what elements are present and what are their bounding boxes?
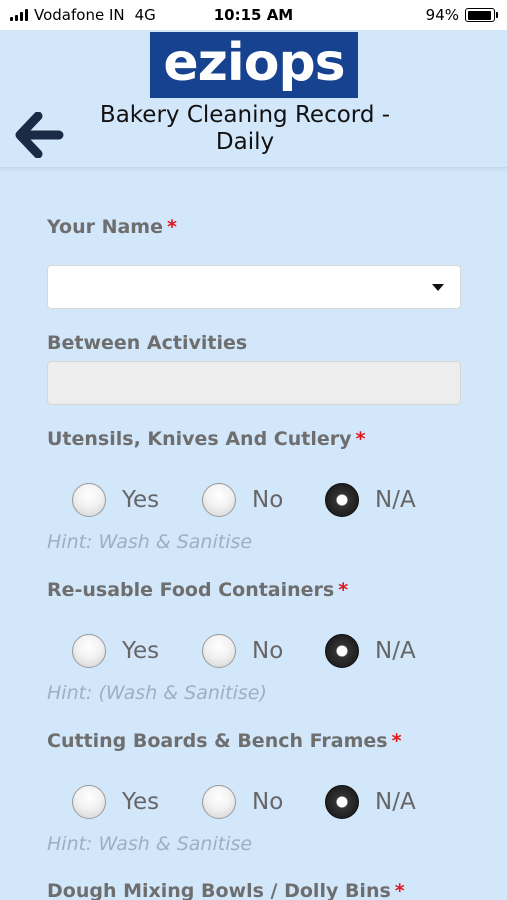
- question-label-text: Re-usable Food Containers: [47, 579, 335, 601]
- question-label-text: Dough Mixing Bowls / Dolly Bins: [47, 880, 391, 900]
- required-mark: *: [338, 579, 349, 601]
- question-label-text: Cutting Boards & Bench Frames: [47, 730, 388, 752]
- radio-label-no: No: [252, 638, 284, 664]
- radio-label-yes: Yes: [122, 638, 160, 664]
- radio-label-yes: Yes: [122, 789, 160, 815]
- radio-label-yes: Yes: [122, 487, 160, 513]
- hint-containers: Hint: (Wash & Sanitise): [47, 682, 267, 704]
- radio-option-yes[interactable]: Yes: [72, 631, 159, 671]
- battery-percent: 94%: [425, 6, 459, 24]
- question-label-cutting-boards: Cutting Boards & Bench Frames *: [47, 730, 402, 752]
- required-mark: *: [355, 428, 366, 450]
- radio-button-no[interactable]: [202, 785, 236, 819]
- back-button[interactable]: [14, 111, 64, 159]
- radio-option-yes[interactable]: Yes: [72, 480, 159, 520]
- radio-option-na[interactable]: N/A: [325, 631, 416, 671]
- radio-button-na[interactable]: [325, 785, 359, 819]
- radio-option-no[interactable]: No: [202, 480, 283, 520]
- radio-group-containers: Yes No N/A: [0, 631, 507, 671]
- between-activities-input[interactable]: [47, 361, 461, 405]
- arrow-left-icon: [15, 111, 64, 159]
- required-mark: *: [167, 216, 177, 238]
- your-name-select[interactable]: [47, 265, 461, 309]
- required-mark: *: [391, 730, 402, 752]
- radio-button-na[interactable]: [325, 634, 359, 668]
- radio-option-no[interactable]: No: [202, 782, 283, 822]
- radio-label-na: N/A: [375, 789, 416, 815]
- radio-option-no[interactable]: No: [202, 631, 283, 671]
- question-label-dough-bowls: Dough Mixing Bowls / Dolly Bins *: [47, 880, 405, 900]
- status-bar: Vodafone IN 4G 10:15 AM 94%: [0, 0, 507, 30]
- radio-button-no[interactable]: [202, 634, 236, 668]
- radio-button-na[interactable]: [325, 483, 359, 517]
- your-name-label-text: Your Name: [47, 216, 163, 238]
- radio-button-no[interactable]: [202, 483, 236, 517]
- radio-button-yes[interactable]: [72, 634, 106, 668]
- question-label-utensils: Utensils, Knives And Cutlery *: [47, 428, 365, 450]
- radio-group-utensils: Yes No N/A: [0, 480, 507, 520]
- caret-down-icon: [432, 284, 444, 291]
- between-activities-label: Between Activities: [47, 332, 248, 354]
- app-header: eziops Bakery Cleaning Record - Daily: [0, 30, 507, 168]
- radio-option-yes[interactable]: Yes: [72, 782, 159, 822]
- radio-label-na: N/A: [375, 487, 416, 513]
- question-label-text: Utensils, Knives And Cutlery: [47, 428, 352, 450]
- hint-cutting-boards: Hint: Wash & Sanitise: [47, 833, 253, 855]
- required-mark: *: [394, 880, 405, 900]
- question-label-containers: Re-usable Food Containers *: [47, 579, 348, 601]
- radio-option-na[interactable]: N/A: [325, 782, 416, 822]
- battery-fill: [467, 10, 491, 20]
- eziops-logo: eziops: [150, 32, 358, 98]
- radio-option-na[interactable]: N/A: [325, 480, 416, 520]
- radio-label-no: No: [252, 789, 284, 815]
- radio-label-no: No: [252, 487, 284, 513]
- your-name-label: Your Name *: [47, 216, 177, 238]
- radio-label-na: N/A: [375, 638, 416, 664]
- status-right: 94%: [425, 6, 498, 24]
- battery-icon: [465, 8, 498, 22]
- radio-button-yes[interactable]: [72, 483, 106, 517]
- page-title: Bakery Cleaning Record - Daily: [99, 102, 391, 155]
- radio-button-yes[interactable]: [72, 785, 106, 819]
- radio-group-cutting-boards: Yes No N/A: [0, 782, 507, 822]
- hint-utensils: Hint: Wash & Sanitise: [47, 531, 253, 553]
